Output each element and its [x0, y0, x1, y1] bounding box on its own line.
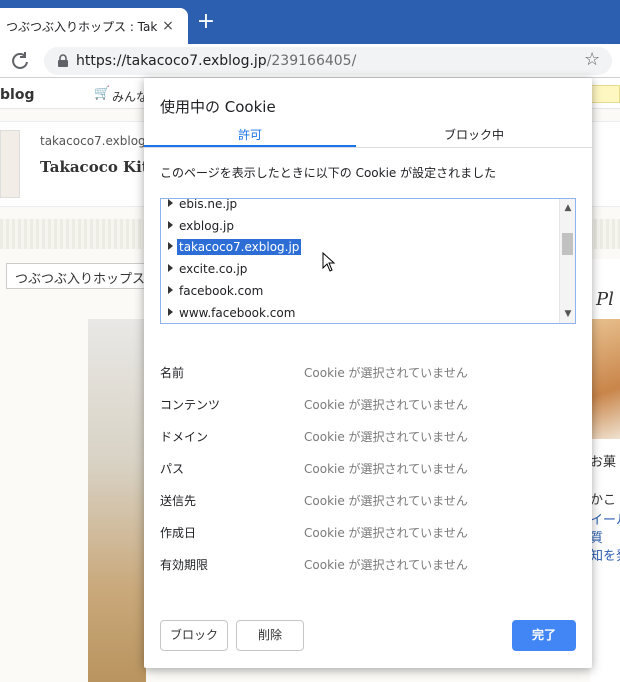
- tree-item-selected[interactable]: takacoco7.exblog.jp: [161, 236, 561, 258]
- detail-row-path: パス Cookie が選択されていません: [160, 458, 576, 478]
- delete-button[interactable]: 削除: [236, 620, 304, 651]
- side-link[interactable]: 知を発: [590, 545, 620, 564]
- bookmark-star-icon[interactable]: ☆: [584, 51, 602, 69]
- detail-row-domain: ドメイン Cookie が選択されていません: [160, 426, 576, 446]
- side-photo: [592, 319, 620, 439]
- dialog-tabs: 許可 ブロック中: [144, 122, 592, 148]
- tab-allowed[interactable]: 許可: [144, 126, 356, 143]
- expand-arrow-icon[interactable]: [168, 242, 173, 250]
- side-text: お菓: [590, 455, 617, 470]
- tree-item-label: takacoco7.exblog.jp: [177, 239, 302, 255]
- detail-value: Cookie が選択されていません: [304, 494, 468, 508]
- cookie-domain-tree[interactable]: ebis.ne.jp exblog.jp takacoco7.exblog.jp…: [160, 198, 576, 324]
- detail-label: パス: [160, 462, 185, 476]
- lock-icon[interactable]: [56, 54, 70, 68]
- tree-item-label: ebis.ne.jp: [179, 198, 238, 211]
- header-thumbnail: [0, 130, 20, 198]
- tree-item-label: www.facebook.com: [179, 306, 296, 320]
- close-tab-icon[interactable]: ×: [160, 18, 176, 34]
- scroll-thumb[interactable]: [562, 233, 573, 255]
- expand-arrow-icon[interactable]: [168, 264, 173, 272]
- detail-label: ドメイン: [160, 430, 209, 444]
- expand-arrow-icon[interactable]: [168, 308, 173, 316]
- browser-tab[interactable]: つぶつぶ入りホップス : Takacoco Kitchen ×: [0, 8, 188, 44]
- tab-blocked[interactable]: ブロック中: [368, 126, 580, 143]
- detail-label: コンテンツ: [160, 398, 221, 412]
- tree-scrollbar[interactable]: ▲ ▼: [559, 199, 575, 323]
- detail-row-expires: 有効期限 Cookie が選択されていません: [160, 554, 576, 574]
- detail-value: Cookie が選択されていません: [304, 398, 468, 412]
- detail-label: 作成日: [160, 526, 197, 540]
- detail-value: Cookie が選択されていません: [304, 526, 468, 540]
- detail-row-name: 名前 Cookie が選択されていません: [160, 362, 576, 382]
- url-path: /239166405/: [266, 53, 357, 69]
- detail-label: 名前: [160, 366, 185, 380]
- expand-arrow-icon[interactable]: [168, 286, 173, 294]
- scroll-down-icon[interactable]: ▼: [563, 309, 573, 319]
- scroll-up-icon[interactable]: ▲: [563, 203, 573, 213]
- detail-row-send-for: 送信先 Cookie が選択されていません: [160, 490, 576, 510]
- tree-item[interactable]: facebook.com: [161, 280, 561, 302]
- side-link[interactable]: イール: [590, 509, 620, 528]
- address-bar[interactable]: https://takacoco7.exblog.jp/239166405/ ☆: [44, 47, 612, 75]
- new-tab-icon[interactable]: +: [196, 11, 216, 33]
- done-button[interactable]: 完了: [512, 620, 576, 651]
- detail-label: 送信先: [160, 494, 197, 508]
- expand-arrow-icon[interactable]: [168, 221, 173, 229]
- url-text: https://takacoco7.exblog.jp/239166405/: [76, 53, 356, 69]
- detail-value: Cookie が選択されていません: [304, 558, 468, 572]
- dialog-description: このページを表示したときに以下の Cookie が設定されました: [160, 166, 497, 180]
- cart-icon[interactable]: 🛒: [94, 86, 110, 101]
- notice-strip: [590, 85, 620, 103]
- blog-url[interactable]: takacoco7.exblog.jp: [40, 134, 160, 148]
- detail-label: 有効期限: [160, 558, 209, 572]
- cookies-dialog: 使用中の Cookie 許可 ブロック中 このページを表示したときに以下の Co…: [144, 78, 592, 668]
- site-logo[interactable]: blog: [0, 87, 34, 103]
- active-tab-indicator: [144, 145, 356, 147]
- tree-item-label: exblog.jp: [179, 219, 234, 233]
- browser-toolbar: https://takacoco7.exblog.jp/239166405/ ☆: [0, 44, 620, 78]
- reload-icon[interactable]: [10, 51, 30, 71]
- tree-item-label: excite.co.jp: [179, 262, 248, 276]
- post-photo: [88, 319, 146, 682]
- post-title[interactable]: つぶつぶ入りホップス: [6, 263, 156, 289]
- tree-item[interactable]: exblog.jp: [161, 215, 561, 237]
- tab-strip: つぶつぶ入りホップス : Takacoco Kitchen × +: [0, 0, 620, 44]
- side-text: かこ: [590, 493, 617, 508]
- detail-row-created: 作成日 Cookie が選択されていません: [160, 522, 576, 542]
- detail-value: Cookie が選択されていません: [304, 366, 468, 380]
- cart-link[interactable]: みんな: [112, 88, 148, 105]
- tree-item[interactable]: excite.co.jp: [161, 258, 561, 280]
- tree-item[interactable]: www.facebook.com: [161, 302, 561, 323]
- url-host: https://takacoco7.exblog.jp: [76, 53, 267, 69]
- mouse-cursor-icon: [322, 252, 336, 272]
- side-heading: Pl: [596, 289, 614, 310]
- detail-value: Cookie が選択されていません: [304, 430, 468, 444]
- detail-row-content: コンテンツ Cookie が選択されていません: [160, 394, 576, 414]
- expand-arrow-icon[interactable]: [168, 199, 173, 207]
- tree-item-label: facebook.com: [179, 284, 264, 298]
- detail-value: Cookie が選択されていません: [304, 462, 468, 476]
- tree-item[interactable]: ebis.ne.jp: [161, 198, 561, 215]
- dialog-title: 使用中の Cookie: [160, 98, 276, 116]
- block-button[interactable]: ブロック: [160, 620, 228, 651]
- tab-title: つぶつぶ入りホップス : Takacoco Kitchen: [6, 20, 158, 34]
